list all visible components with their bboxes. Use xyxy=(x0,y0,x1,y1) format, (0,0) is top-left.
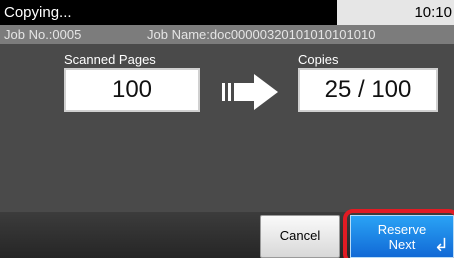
copy-status-screen: Copying... 10:10 Job No.:0005 Job Name:d… xyxy=(0,0,454,258)
status-title: Copying... xyxy=(0,0,337,25)
status-bar: Copying... 10:10 xyxy=(0,0,454,25)
cancel-button[interactable]: Cancel xyxy=(260,215,340,258)
cancel-button-label: Cancel xyxy=(279,228,321,243)
copies-label: Copies xyxy=(298,52,339,67)
reserve-next-button[interactable]: Reserve Next ↲ xyxy=(350,215,454,258)
scanned-pages-label: Scanned Pages xyxy=(64,52,156,67)
job-name: Job Name:doc00000320101010101010 xyxy=(147,27,376,42)
status-time: 10:10 xyxy=(337,0,454,25)
right-arrow-icon xyxy=(222,74,278,110)
enter-icon: ↲ xyxy=(433,235,449,255)
job-number: Job No.:0005 xyxy=(4,27,82,42)
scanned-pages-value: 100 xyxy=(64,68,200,112)
copies-value: 25 / 100 xyxy=(298,68,438,112)
job-info-bar: Job No.:0005 Job Name:doc000003201010101… xyxy=(0,25,454,44)
